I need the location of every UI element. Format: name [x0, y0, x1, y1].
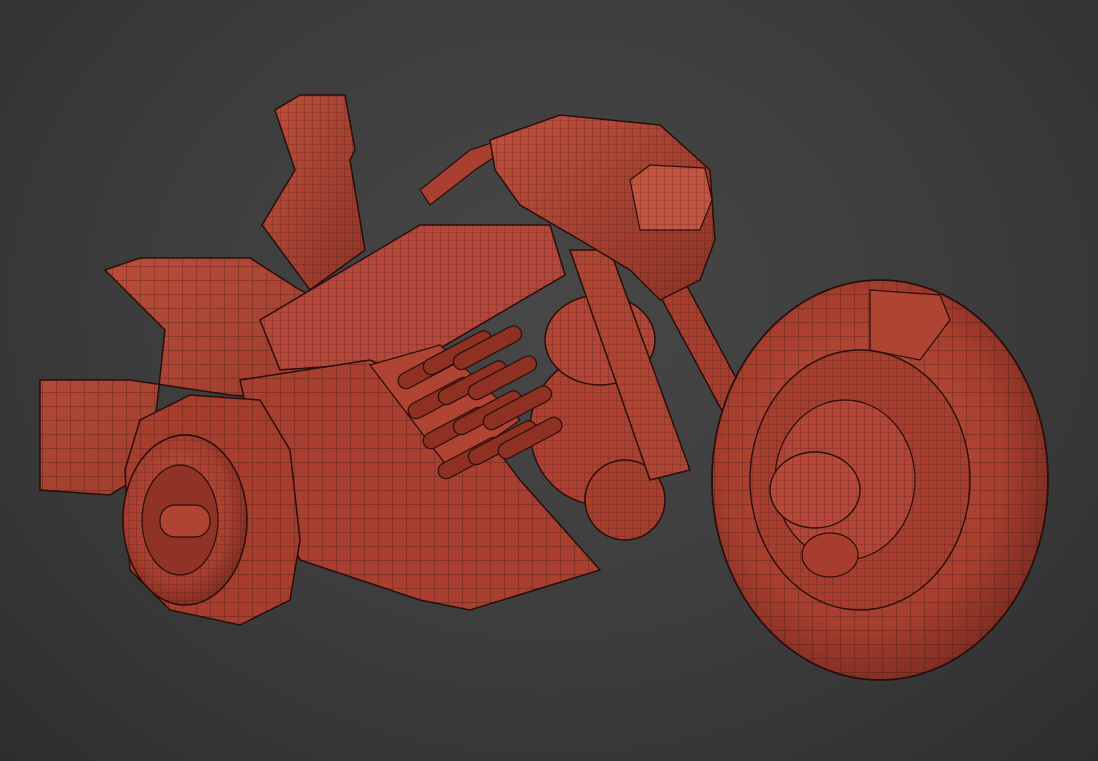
rear-wheel [122, 394, 301, 626]
motorcycle-model [39, 94, 1049, 681]
front-wheel [711, 279, 1049, 681]
3d-viewport[interactable] [0, 0, 1098, 761]
backrest [261, 94, 366, 292]
